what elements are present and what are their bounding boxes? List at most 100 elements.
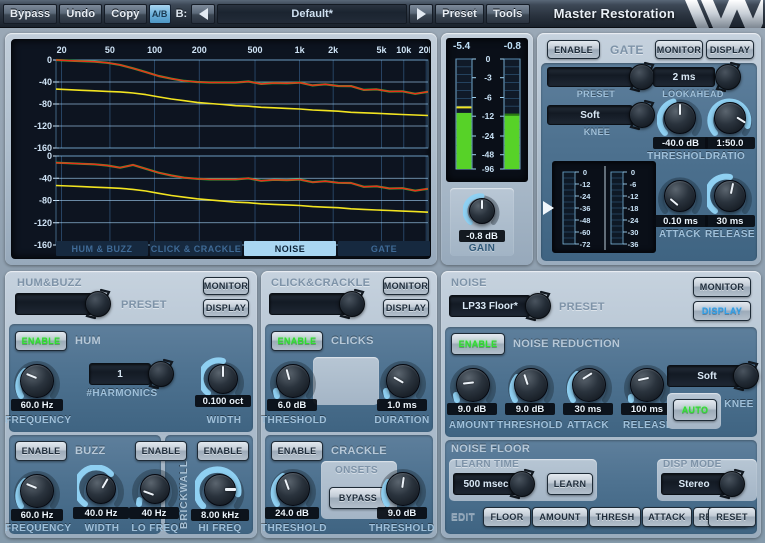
noise-attack-knob[interactable] — [565, 361, 613, 409]
hum-preset-selector[interactable] — [81, 287, 115, 321]
buzz-section-title: BUZZ — [75, 445, 106, 457]
gate-knee-label: KNEE — [583, 127, 611, 137]
clicks-enable-button[interactable]: ENABLE — [271, 331, 323, 351]
noise-knee-selector[interactable] — [729, 359, 763, 393]
svg-text:500: 500 — [248, 45, 263, 55]
click-monitor-button[interactable]: MONITOR — [383, 277, 429, 295]
gain-knob[interactable] — [463, 192, 501, 230]
noise-preset-label: PRESET — [559, 301, 605, 313]
hum-frequency-knob[interactable] — [13, 357, 61, 405]
noise-threshold-knob[interactable] — [507, 361, 555, 409]
graph-tab-noise[interactable]: NOISE — [244, 241, 336, 256]
output-meter-module: -5.4 -0.8 0 -3 -6 -12 -24 -48 -96 -0.8 dB GAIN — [441, 33, 533, 265]
svg-text:-40: -40 — [39, 77, 52, 87]
meter-graphics: 0 -3 -6 -12 -24 -48 -96 — [455, 54, 521, 174]
gate-knee-field[interactable]: Soft — [547, 105, 633, 125]
brickwall-lo-freq-label: LO FREQ — [131, 523, 179, 534]
svg-text:-12: -12 — [580, 180, 591, 189]
gate-preset-field[interactable] — [547, 67, 633, 87]
svg-text:-6: -6 — [484, 93, 492, 103]
graph-tab-gate[interactable]: GATE — [338, 241, 430, 256]
next-preset-button[interactable] — [409, 3, 434, 24]
noise-monitor-button[interactable]: MONITOR — [693, 277, 751, 297]
crackle-enable-button[interactable]: ENABLE — [271, 441, 323, 461]
onsets-threshold-label: THRESHOLD — [369, 523, 435, 534]
gate-threshold-knob[interactable] — [657, 95, 703, 141]
crackle-threshold-knob[interactable] — [269, 465, 317, 513]
ab-compare-button[interactable]: A/B — [148, 3, 171, 24]
svg-text:-30: -30 — [628, 228, 639, 237]
gate-lookahead-field[interactable]: 2 ms — [653, 67, 715, 87]
noise-reset-button[interactable]: RESET — [708, 507, 756, 527]
gate-ratio-knob[interactable] — [707, 95, 753, 141]
hum-harmonics-field[interactable]: 1 — [89, 363, 151, 385]
graph-tab-hum-buzz[interactable]: HUM & BUZZ — [56, 241, 148, 256]
prev-preset-button[interactable] — [191, 3, 216, 24]
preset-menu-button[interactable]: Preset — [435, 3, 485, 24]
gate-body: PRESET 2 ms LOOKAHEAD Soft KNEE 0 -12 -2… — [541, 61, 757, 261]
gate-release-knob[interactable] — [707, 173, 753, 219]
clicks-threshold-knob[interactable] — [269, 357, 317, 405]
noise-preset-selector[interactable] — [521, 289, 555, 323]
tools-button[interactable]: Tools — [486, 3, 530, 24]
gate-ratio-value: 1:50.0 — [716, 138, 744, 149]
graph-tabs: HUM & BUZZ CLICK & CRACKLE NOISE GATE — [56, 241, 430, 256]
edit-floor-button[interactable]: FLOOR — [483, 507, 531, 527]
gate-threshold-value: -40.0 dB — [662, 138, 699, 149]
brickwall-hi-freq-label: HI FREQ — [198, 523, 242, 534]
clicks-duration-knob[interactable] — [379, 357, 427, 405]
brickwall-lo-freq-knob[interactable] — [131, 465, 179, 513]
edit-attack-button[interactable]: ATTACK — [642, 507, 692, 527]
edit-thresh-button[interactable]: THRESH — [589, 507, 641, 527]
clicks-section-title: CLICKS — [331, 335, 374, 347]
click-crackle-module: CLICK&CRACKLE MONITOR DISPLAY ENABLE CLI… — [261, 271, 437, 538]
noise-release-knob[interactable] — [623, 361, 671, 409]
brickwall-hi-freq-knob[interactable] — [195, 465, 245, 515]
hum-harmonics-selector[interactable] — [144, 357, 178, 391]
edit-amount-button[interactable]: AMOUNT — [532, 507, 588, 527]
graph-tab-click-crackle[interactable]: CLICK & CRACKLE — [150, 241, 242, 256]
gate-enable-button[interactable]: ENABLE — [547, 40, 600, 59]
buzz-width-label: WIDTH — [84, 523, 120, 534]
spectrum-canvas[interactable]: 20 50 100 200 500 1k 2k 5k 10k 20k 0 -40 -80 -120 -160… — [11, 39, 431, 259]
buzz-frequency-knob[interactable] — [13, 467, 61, 515]
gate-knee-selector[interactable] — [625, 98, 659, 132]
svg-text:-18: -18 — [628, 204, 639, 213]
noise-amount-label: AMOUNT — [448, 420, 496, 431]
noise-preset-field[interactable]: LP33 Floor* — [449, 295, 531, 317]
spectrum-display[interactable]: 20 50 100 200 500 1k 2k 5k 10k 20k 0 -40 -80 -120 -160… — [5, 33, 437, 265]
hum-monitor-button[interactable]: MONITOR — [203, 277, 249, 295]
hum-width-value: 0.100 oct — [202, 396, 244, 407]
noise-display-button[interactable]: DISPLAY — [693, 301, 751, 321]
bypass-button[interactable]: Bypass — [3, 3, 58, 24]
hum-enable-button[interactable]: ENABLE — [15, 331, 67, 351]
preset-name-field[interactable]: Default* — [217, 3, 408, 24]
svg-text:0: 0 — [631, 168, 635, 177]
svg-text:-6: -6 — [630, 180, 637, 189]
crackle-threshold-label: THRESHOLD — [261, 523, 327, 534]
noise-enable-button[interactable]: ENABLE — [451, 333, 505, 355]
buzz-enable-button[interactable]: ENABLE — [15, 441, 67, 461]
brickwall-hi-enable-button[interactable]: ENABLE — [197, 441, 249, 461]
learn-time-selector[interactable] — [505, 467, 539, 501]
learn-button[interactable]: LEARN — [547, 473, 593, 495]
click-preset-selector[interactable] — [335, 287, 369, 321]
brickwall-lo-freq-value: 40 Hz — [141, 508, 167, 519]
buzz-width-knob[interactable] — [77, 465, 125, 513]
disp-mode-selector[interactable] — [715, 467, 749, 501]
brickwall-lo-enable-button[interactable]: ENABLE — [135, 441, 187, 461]
undo-button[interactable]: Undo — [59, 3, 103, 24]
copy-button[interactable]: Copy — [104, 3, 147, 24]
click-display-button[interactable]: DISPLAY — [383, 299, 429, 317]
hum-display-button[interactable]: DISPLAY — [203, 299, 249, 317]
output-meter[interactable]: -5.4 -0.8 0 -3 -6 -12 -24 -48 -96 — [446, 38, 528, 182]
onsets-threshold-knob[interactable] — [379, 465, 427, 513]
noise-amount-knob[interactable] — [449, 361, 497, 409]
noise-auto-button[interactable]: AUTO — [673, 399, 717, 421]
hum-buzz-title: HUM&BUZZ — [17, 277, 82, 289]
gate-display-button[interactable]: DISPLAY — [706, 40, 754, 59]
noise-attack-value: 30 ms — [574, 404, 602, 415]
gate-monitor-button[interactable]: MONITOR — [655, 40, 703, 59]
gate-attack-knob[interactable] — [657, 173, 703, 219]
hum-harmonics-label: #HARMONICS — [86, 388, 158, 399]
